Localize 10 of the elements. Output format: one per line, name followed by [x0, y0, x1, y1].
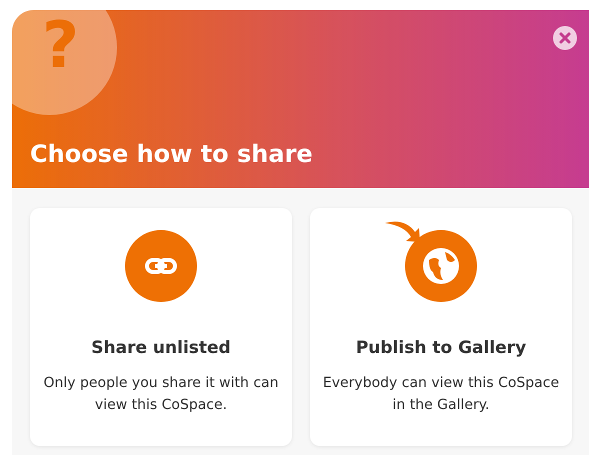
- option-title: Share unlisted: [91, 338, 231, 358]
- option-description: Only people you share it with can view this CoSpace.: [42, 374, 280, 415]
- question-mark-icon: ?: [42, 14, 80, 78]
- dialog-title: Choose how to share: [30, 140, 313, 168]
- option-title: Publish to Gallery: [356, 338, 526, 358]
- close-icon[interactable]: [553, 26, 577, 50]
- share-option-card[interactable]: Publish to Gallery Everybody can view this CoSpace in the Gallery.: [310, 208, 572, 446]
- link-icon: [125, 230, 197, 302]
- share-option-card[interactable]: Share unlisted Only people you share it with can view this CoSpace.: [30, 208, 292, 446]
- option-description: Everybody can view this CoSpace in the Gallery.: [322, 374, 560, 415]
